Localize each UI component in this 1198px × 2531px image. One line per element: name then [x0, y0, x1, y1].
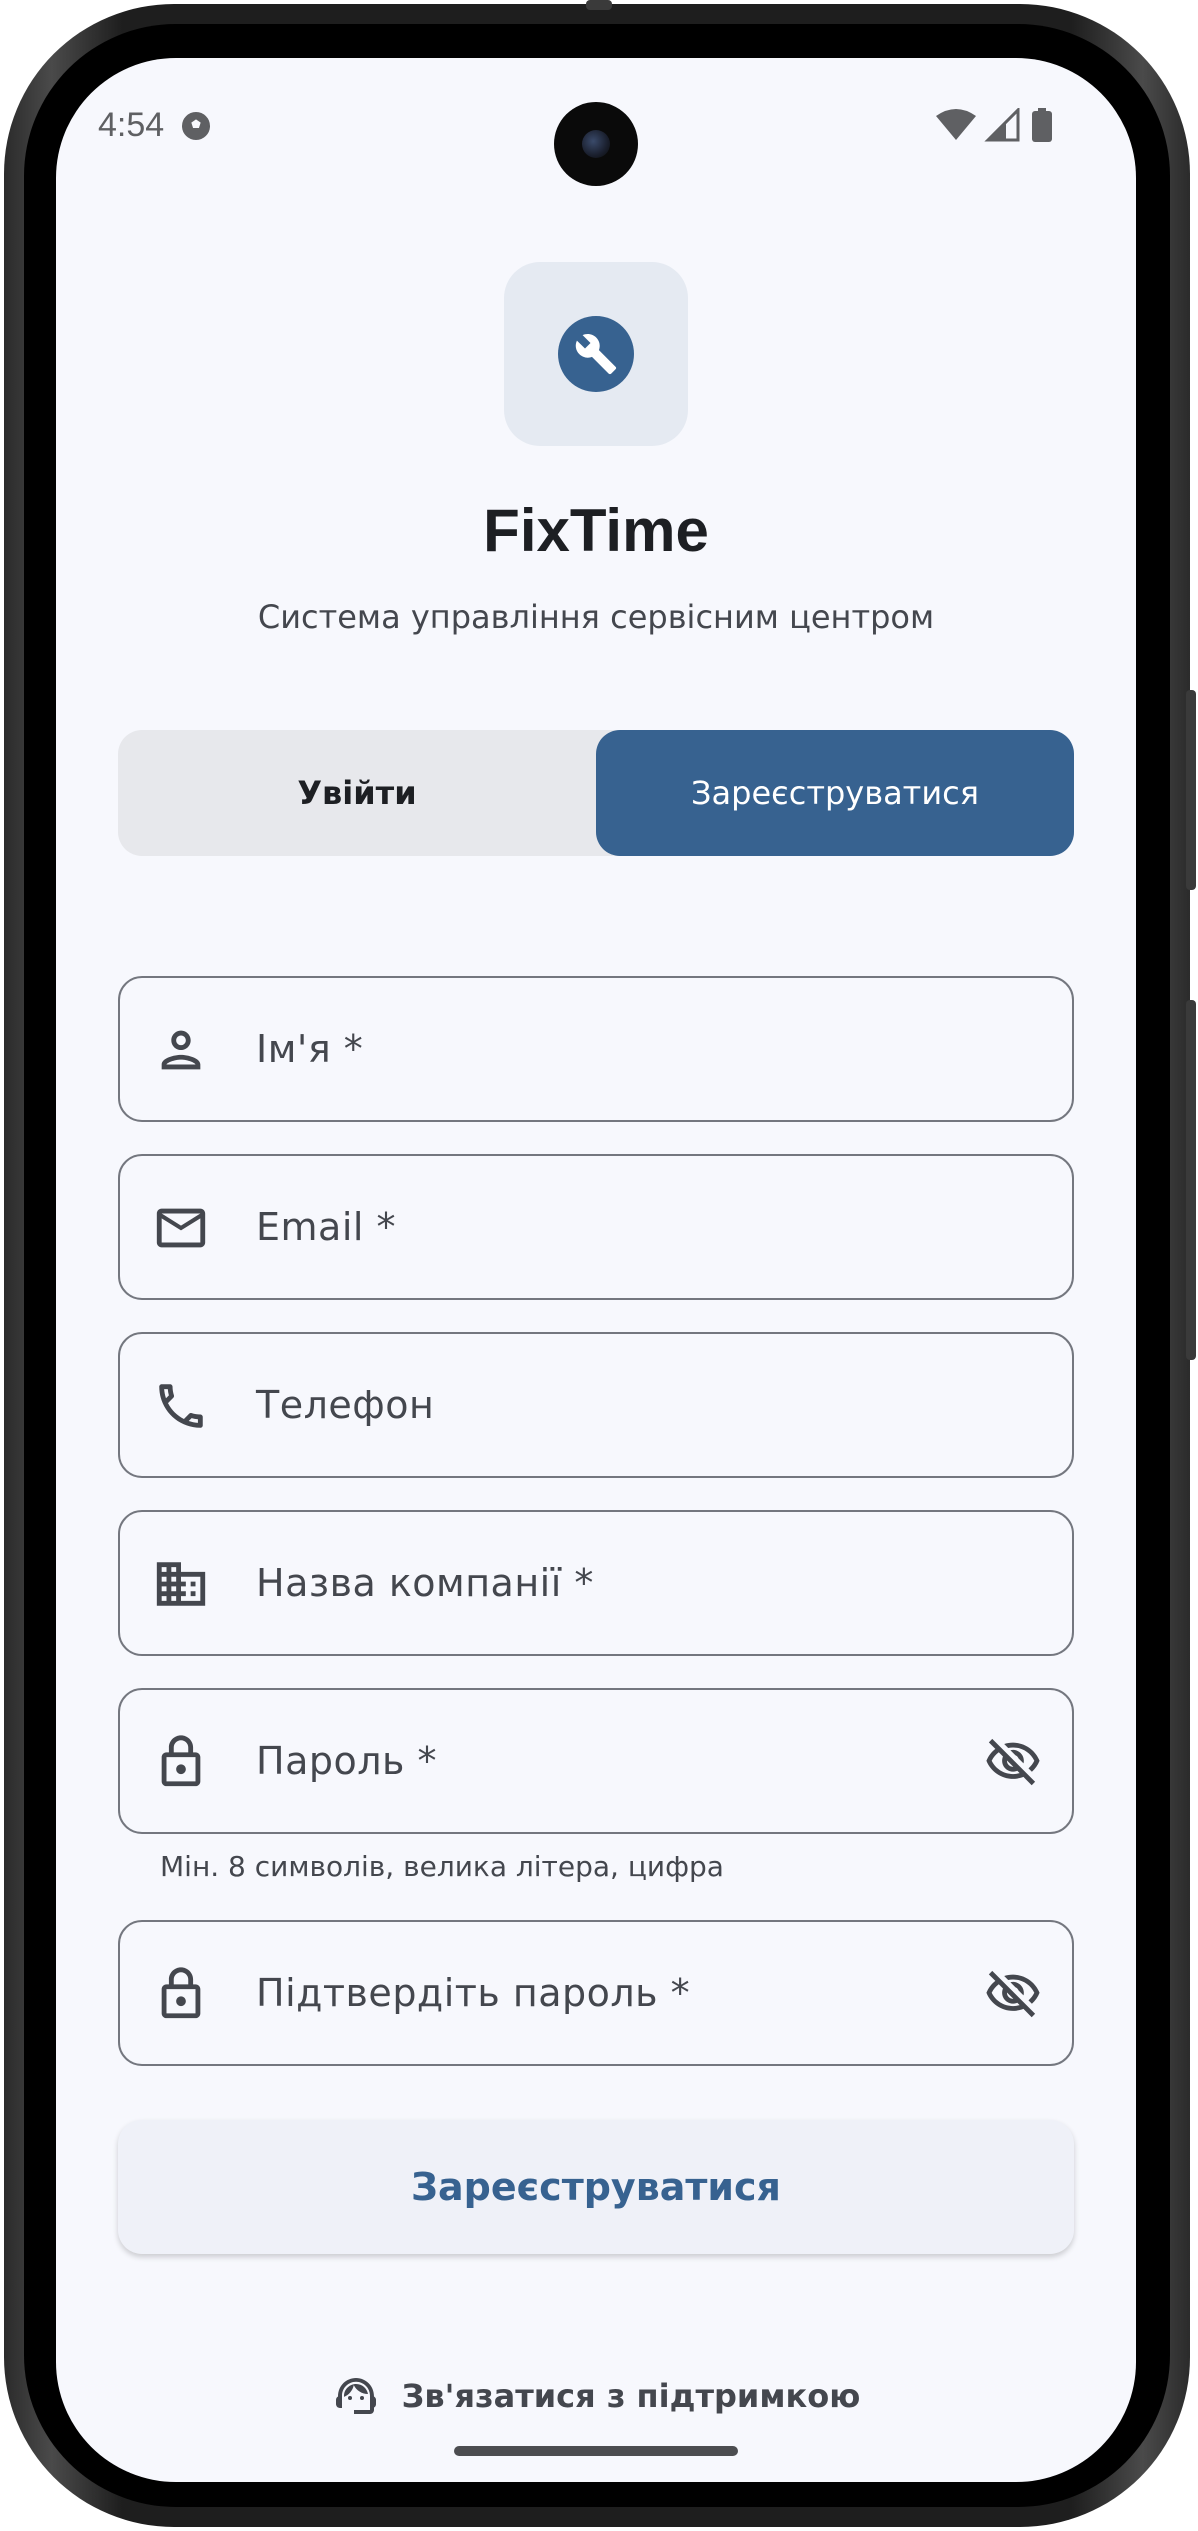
top-sensor — [586, 0, 612, 10]
tab-login[interactable]: Увійти — [118, 730, 596, 856]
phone-icon — [159, 1384, 203, 1428]
home-indicator[interactable] — [454, 2446, 738, 2456]
lock-icon — [161, 1735, 201, 1787]
register-submit-button[interactable]: Зареєструватися — [118, 2120, 1074, 2254]
mail-icon — [156, 1208, 206, 1248]
name-field[interactable]: Ім'я * — [118, 976, 1074, 1122]
support-agent-icon — [335, 2378, 376, 2414]
contact-support-label: Зв'язатися з підтримкою — [401, 2377, 861, 2415]
building-icon — [156, 1562, 206, 1606]
password-field-label: Пароль * — [256, 1739, 437, 1783]
phone-field[interactable]: Телефон — [118, 1332, 1074, 1478]
person-icon — [161, 1030, 201, 1070]
eye-off-icon[interactable] — [982, 1733, 1044, 1791]
email-field[interactable]: Email * — [118, 1154, 1074, 1300]
app-screen: 4:54 FixTime Система управління сервісни… — [56, 58, 1136, 2482]
signal-icon — [984, 108, 1020, 142]
app-logo — [504, 262, 688, 446]
company-field-label: Назва компанії * — [256, 1561, 594, 1605]
volume-button — [1186, 1000, 1196, 1360]
password-field[interactable]: Пароль * — [118, 1688, 1074, 1834]
wrench-icon — [575, 334, 617, 375]
contact-support-link[interactable]: Зв'язатися з підтримкою — [56, 2368, 1136, 2424]
eye-off-icon[interactable] — [982, 1965, 1044, 2023]
front-camera — [554, 102, 638, 186]
wifi-icon — [936, 109, 976, 140]
company-field[interactable]: Назва компанії * — [118, 1510, 1074, 1656]
email-field-label: Email * — [256, 1205, 397, 1249]
phone-device: 4:54 FixTime Система управління сервісни… — [0, 0, 1198, 2531]
logo-circle — [558, 316, 634, 392]
confirm-password-field[interactable]: Підтвердіть пароль * — [118, 1920, 1074, 2066]
tab-register[interactable]: Зареєструватися — [596, 730, 1074, 856]
battery-icon — [1032, 108, 1052, 142]
soccer-ball-icon — [182, 112, 210, 140]
name-field-label: Ім'я * — [256, 1027, 364, 1071]
app-subtitle: Система управління сервісним центром — [257, 598, 935, 636]
auth-mode-toggle: Увійти Зареєструватися — [118, 730, 1074, 856]
confirm-password-field-label: Підтвердіть пароль * — [256, 1971, 691, 2015]
lock-icon — [161, 1967, 201, 2019]
status-icons — [936, 108, 1052, 142]
password-helper-text: Мін. 8 символів, велика літера, цифра — [160, 1850, 724, 1883]
phone-field-label: Телефон — [256, 1383, 435, 1427]
power-button — [1186, 690, 1196, 890]
status-time: 4:54 — [98, 106, 165, 144]
app-title: FixTime — [483, 497, 709, 564]
